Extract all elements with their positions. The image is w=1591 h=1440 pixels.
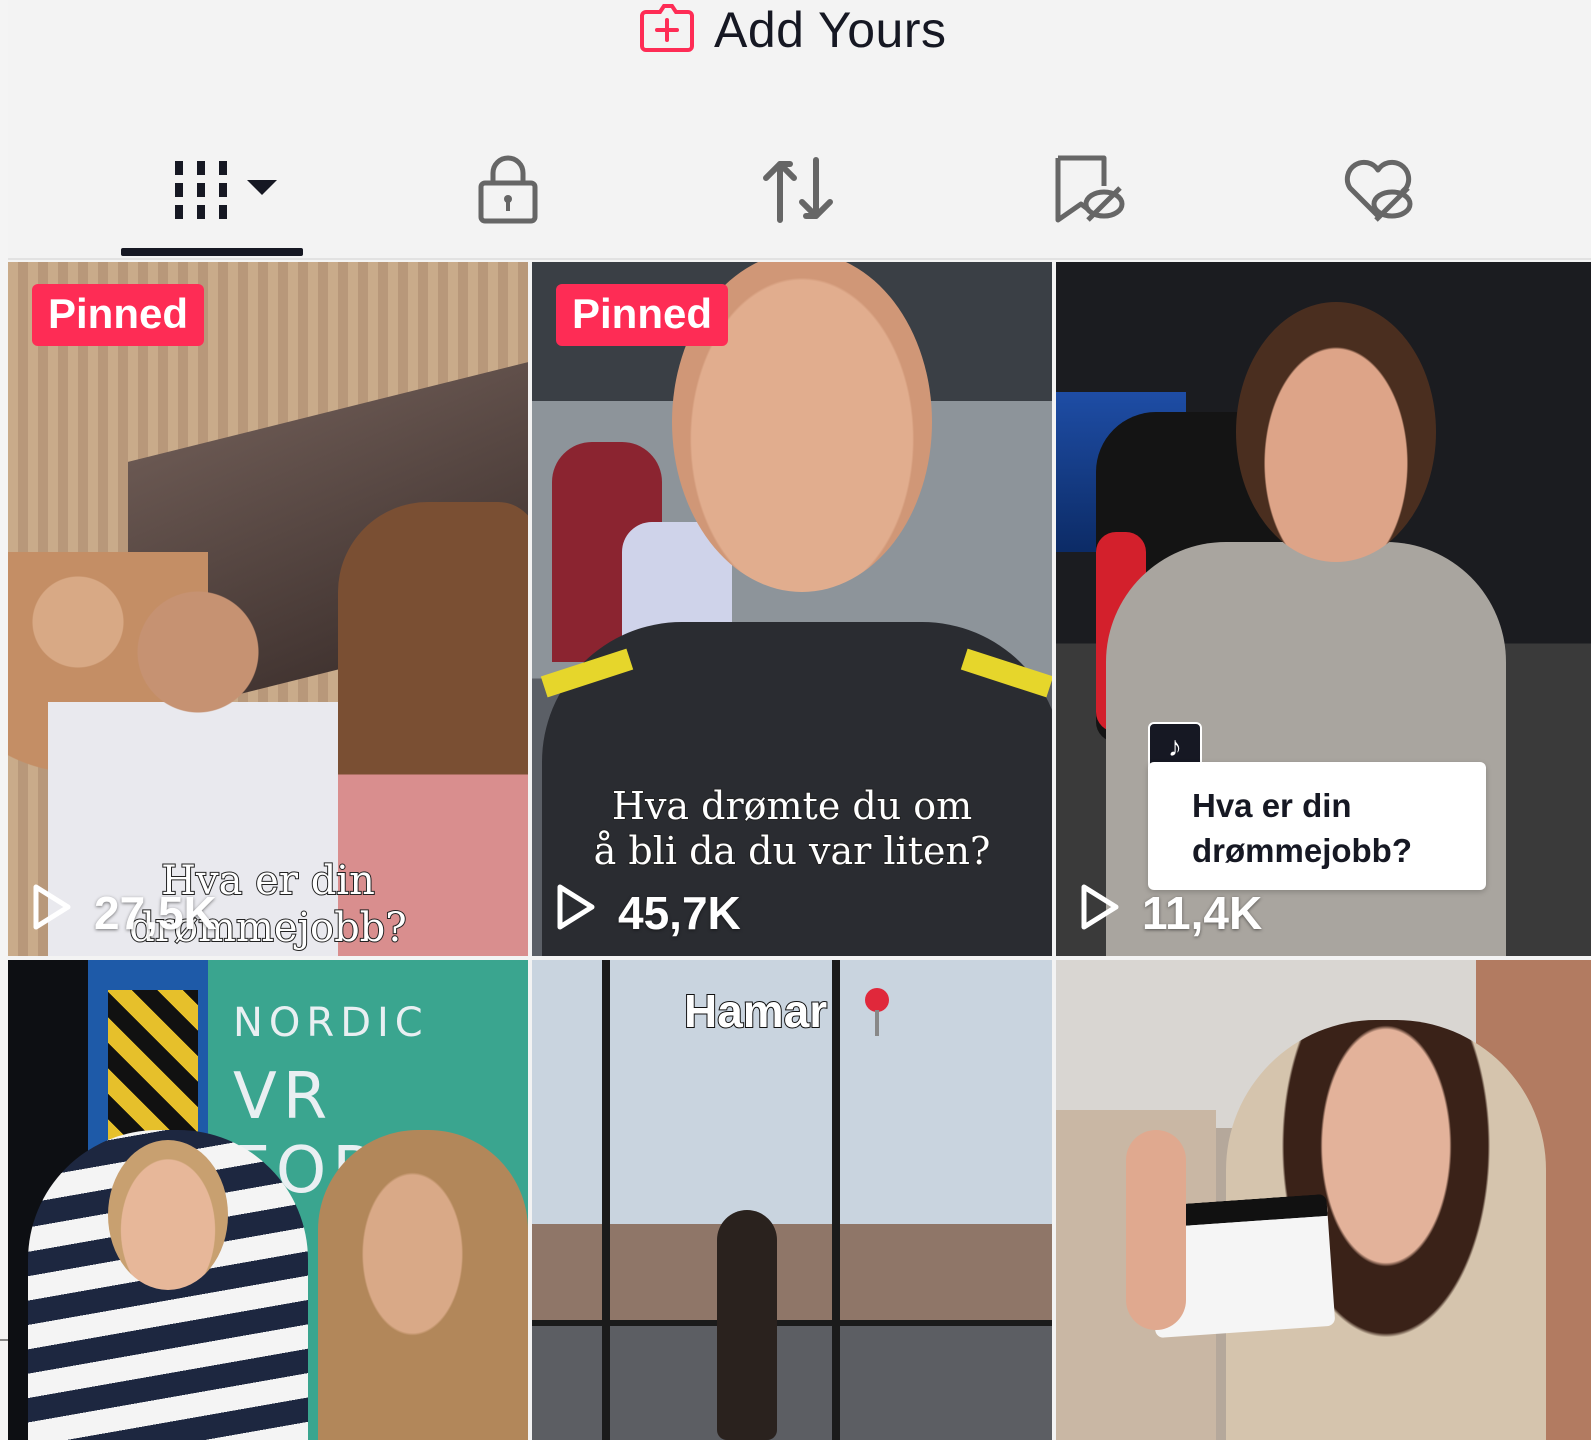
profile-page: Add Yours Pinned Hva er din drømmejobb? … [8, 0, 1591, 1440]
caption-line: Hva er din [1192, 787, 1352, 824]
divider [0, 1339, 8, 1341]
video-grid: Pinned Hva er din drømmejobb? 27,5K Pinn… [8, 262, 1591, 1440]
video-thumbnail[interactable] [1056, 960, 1591, 1440]
repost-icon [758, 150, 838, 230]
video-caption: Hamar [683, 984, 828, 1038]
tab-private[interactable] [463, 140, 553, 240]
play-icon [554, 883, 596, 942]
video-thumbnail[interactable]: NORDIC VR FORU [8, 960, 528, 1440]
thumbnail-image [832, 960, 840, 1440]
tab-reposts[interactable] [753, 140, 843, 240]
grid-icon [163, 155, 283, 225]
tab-videos[interactable] [148, 140, 298, 240]
thumbnail-image [108, 1140, 228, 1290]
lock-icon [473, 151, 543, 229]
video-thumbnail[interactable]: Pinned Hva drømte du om å bli da du var … [532, 262, 1052, 956]
video-thumbnail[interactable]: Hamar [532, 960, 1052, 1440]
pinned-badge: Pinned [556, 284, 729, 346]
add-yours-label: Add Yours [714, 2, 947, 58]
video-caption: Hva er din drømmejobb? [1148, 762, 1486, 890]
location-pin-icon [862, 986, 892, 1043]
add-yours-button[interactable]: Add Yours [638, 0, 946, 60]
profile-tabs [8, 130, 1591, 260]
heart-hidden-icon [1336, 150, 1420, 230]
sign-text: NORDIC [233, 1000, 429, 1046]
tab-favorites[interactable] [1043, 140, 1133, 240]
video-thumbnail[interactable]: Pinned Hva er din drømmejobb? 27,5K [8, 262, 528, 956]
thumbnail-image [318, 1130, 528, 1440]
view-count: 11,4K [1078, 883, 1262, 942]
add-post-icon [638, 2, 696, 59]
video-thumbnail[interactable]: ♪ Hva er din drømmejobb? 11,4K [1056, 262, 1591, 956]
view-count-text: 45,7K [618, 886, 741, 939]
caption-line: å bli da du var liten? [593, 828, 992, 874]
caption-line: Hva drømte du om [611, 783, 973, 829]
caption-line: drømmejobb? [1192, 831, 1412, 869]
view-count: 45,7K [554, 883, 741, 942]
video-caption: Hva drømte du om å bli da du var liten? [572, 783, 1012, 874]
play-icon [1078, 883, 1120, 942]
thumbnail-image [602, 960, 610, 1440]
play-icon [30, 883, 72, 942]
view-count-text: 11,4K [1142, 886, 1263, 939]
pinned-badge: Pinned [32, 284, 205, 346]
thumbnail-image [1236, 302, 1436, 562]
view-count: 27,5K [30, 883, 217, 942]
view-count-text: 27,5K [94, 886, 217, 939]
thumbnail-image [1126, 1130, 1186, 1330]
bookmark-hidden-icon [1048, 150, 1128, 230]
active-tab-indicator [121, 248, 303, 256]
tab-liked[interactable] [1333, 140, 1423, 240]
thumbnail-image [532, 1320, 1052, 1326]
thumbnail-image [717, 1210, 777, 1440]
profile-header: Add Yours [8, 0, 1591, 80]
